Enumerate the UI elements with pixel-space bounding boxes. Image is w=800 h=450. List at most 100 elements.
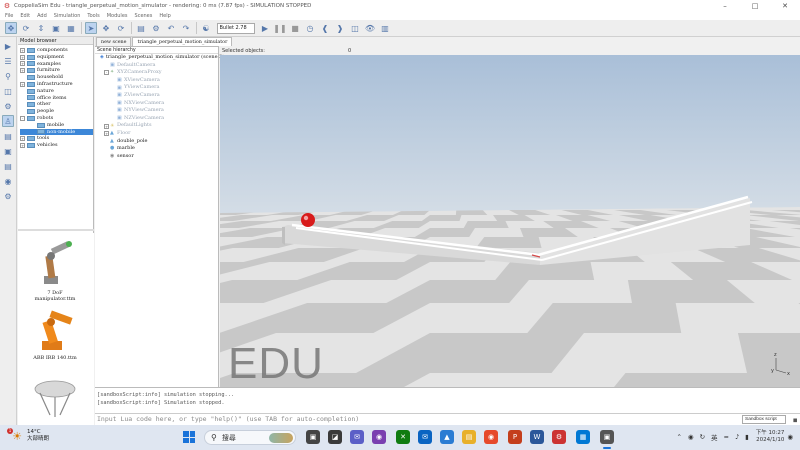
widgets-icon[interactable]: ▣ (306, 430, 320, 444)
expand-toggle-icon[interactable]: + (20, 54, 25, 60)
page-selector-icon[interactable]: ▥ (379, 22, 391, 34)
scene-3d-view[interactable]: z x y (220, 55, 800, 387)
firefox-icon[interactable]: ◉ (484, 430, 498, 444)
menu-file[interactable]: File (5, 13, 13, 19)
coppeliasim-window-icon[interactable]: ▣ (600, 430, 614, 444)
video-recorder-icon[interactable]: ◉ (2, 175, 14, 187)
model-folder-item[interactable]: nature (20, 88, 93, 95)
scene-object-item[interactable]: + ☀ DefaultLights (95, 122, 218, 130)
scene-object-item[interactable]: ▣ XViewCamera (95, 77, 218, 85)
object-properties-icon[interactable]: ◫ (2, 85, 14, 97)
assembly-icon[interactable]: ▤ (135, 22, 147, 34)
physics-engine-select[interactable]: Bullet 2.78 (216, 22, 255, 34)
menu-help[interactable]: Help (159, 13, 170, 19)
expand-toggle-icon[interactable]: + (104, 123, 109, 129)
close-button[interactable]: ✕ (770, 0, 800, 11)
script-select[interactable]: Sandbox script (742, 415, 786, 424)
model-folder-item[interactable]: other (20, 101, 93, 108)
scene-object-item[interactable]: ● marble (95, 145, 218, 153)
lua-command-input[interactable]: Input Lua code here, or type "help()" (u… (95, 413, 800, 425)
model-browser-splitter[interactable] (18, 229, 94, 231)
taskbar-search[interactable]: ⚲ 搜尋 (204, 430, 296, 445)
expand-toggle-icon[interactable]: + (20, 68, 25, 74)
maximize-button[interactable]: □ (740, 0, 770, 11)
model-folder-item[interactable]: + infrastructure (20, 81, 93, 88)
expand-toggle-icon[interactable]: + (20, 81, 25, 87)
scene-object-item[interactable]: ▣ DefaultCamera (95, 62, 218, 70)
slower-icon[interactable]: ❰ (319, 22, 331, 34)
coppeliasim-taskbar-icon[interactable]: ⚙ (552, 430, 566, 444)
scene-object-item[interactable]: ▣ ZViewCamera (95, 92, 218, 100)
photos-icon[interactable]: ▲ (440, 430, 454, 444)
scene-object-item[interactable]: ▣ NYViewCamera (95, 107, 218, 115)
scene-object-item[interactable]: + ▲ Floor (95, 130, 218, 138)
expand-toggle-icon[interactable]: + (20, 143, 25, 149)
model-folder-item[interactable]: people (20, 108, 93, 115)
marble-sphere[interactable] (301, 213, 315, 227)
camera-angle-icon[interactable]: ▣ (50, 22, 62, 34)
tray-app-icon[interactable]: ◉ (688, 433, 694, 441)
store-icon[interactable]: ▦ (576, 430, 590, 444)
clock[interactable]: 下午 10:27 2024/1/10 (756, 430, 785, 444)
scene-object-item[interactable]: ▣ NZViewCamera (95, 115, 218, 123)
collections-icon[interactable]: ♙ (2, 115, 14, 127)
xbox-icon[interactable]: ✕ (396, 430, 410, 444)
user-settings-icon[interactable]: ⚙ (2, 190, 14, 202)
scene-object-item[interactable]: - ✦ XYZCameraProxy (95, 69, 218, 77)
camera-app-icon[interactable]: ◉ (372, 430, 386, 444)
mail-icon[interactable]: ✉ (418, 430, 432, 444)
scene-object-item[interactable]: ◉ sensor (95, 153, 218, 161)
powerpoint-icon[interactable]: P (508, 430, 522, 444)
model-folder-item[interactable]: + examples (20, 61, 93, 68)
menu-modules[interactable]: Modules (107, 13, 128, 19)
scene-object-item[interactable]: ▣ NXViewCamera (95, 100, 218, 108)
model-browser-toggle-icon[interactable]: ▶ (2, 40, 14, 52)
minimize-button[interactable]: – (710, 0, 740, 11)
start-button[interactable] (183, 431, 195, 443)
word-icon[interactable]: W (530, 430, 544, 444)
fit-to-view-icon[interactable]: ▦ (65, 22, 77, 34)
model-folder-item[interactable]: - robots (20, 115, 93, 122)
ime-indicator[interactable]: 英 (711, 432, 718, 442)
file-explorer-icon[interactable]: ▤ (462, 430, 476, 444)
scene-object-item[interactable]: ▣ YViewCamera (95, 84, 218, 92)
teams-chat-icon[interactable]: ✉ (350, 430, 364, 444)
faster-icon[interactable]: ❱ (334, 22, 346, 34)
tab-new-scene[interactable]: new scene (96, 37, 132, 46)
realtime-icon[interactable]: ◷ (304, 22, 316, 34)
model-thumbnail[interactable] (28, 373, 82, 425)
layers-icon[interactable]: ▤ (2, 160, 14, 172)
threaded-rendering-icon[interactable]: ◫ (349, 22, 361, 34)
tray-sync-icon[interactable]: ↻ (700, 433, 705, 441)
scene-viewport[interactable]: z x y EDU (220, 55, 800, 387)
expand-toggle-icon[interactable]: - (20, 115, 25, 121)
camera-pan-icon[interactable]: ✥ (5, 22, 17, 34)
expand-toggle-icon[interactable]: + (20, 61, 25, 67)
menu-scenes[interactable]: Scenes (135, 13, 153, 19)
scripts-icon[interactable]: ▤ (2, 130, 14, 142)
menu-simulation[interactable]: Simulation (54, 13, 81, 19)
model-folder-item[interactable]: + equipment (20, 54, 93, 61)
expand-toggle-icon[interactable]: + (104, 131, 109, 137)
scene-hierarchy-toggle-icon[interactable]: ☰ (2, 55, 14, 67)
tray-overflow-icon[interactable]: ⌃ (676, 433, 681, 441)
object-shift-icon[interactable]: ✥ (100, 22, 112, 34)
model-folder-item[interactable]: + furniture (20, 67, 93, 74)
menu-edit[interactable]: Edit (20, 13, 30, 19)
expand-toggle-icon[interactable]: + (20, 47, 25, 53)
dynamics-icon[interactable]: ☯ (200, 22, 212, 34)
model-folder-item[interactable]: mobile (20, 122, 93, 129)
model-folder-item[interactable]: non-mobile (20, 128, 93, 136)
model-folder-item[interactable]: household (20, 74, 93, 81)
expand-toggle-icon[interactable]: + (20, 136, 25, 142)
weather-widget[interactable]: ☀ 1 14°C 大部晴朗 (7, 428, 49, 443)
model-folder-item[interactable]: office items (20, 95, 93, 102)
play-icon[interactable]: ▶ (259, 22, 271, 34)
model-folder-item[interactable]: + components (20, 47, 93, 54)
model-thumbnail[interactable]: 7 DoF manipulator.ttm (28, 238, 82, 302)
scene-object-item[interactable]: ◈ triangle_perpetual_motion_simulator (sc… (95, 54, 224, 62)
model-thumbnail[interactable]: ABB IRB 140.ttm (28, 303, 82, 361)
menu-tools[interactable]: Tools (87, 13, 99, 19)
object-rotate-icon[interactable]: ⟳ (115, 22, 127, 34)
pause-icon[interactable]: ❚❚ (273, 22, 286, 34)
